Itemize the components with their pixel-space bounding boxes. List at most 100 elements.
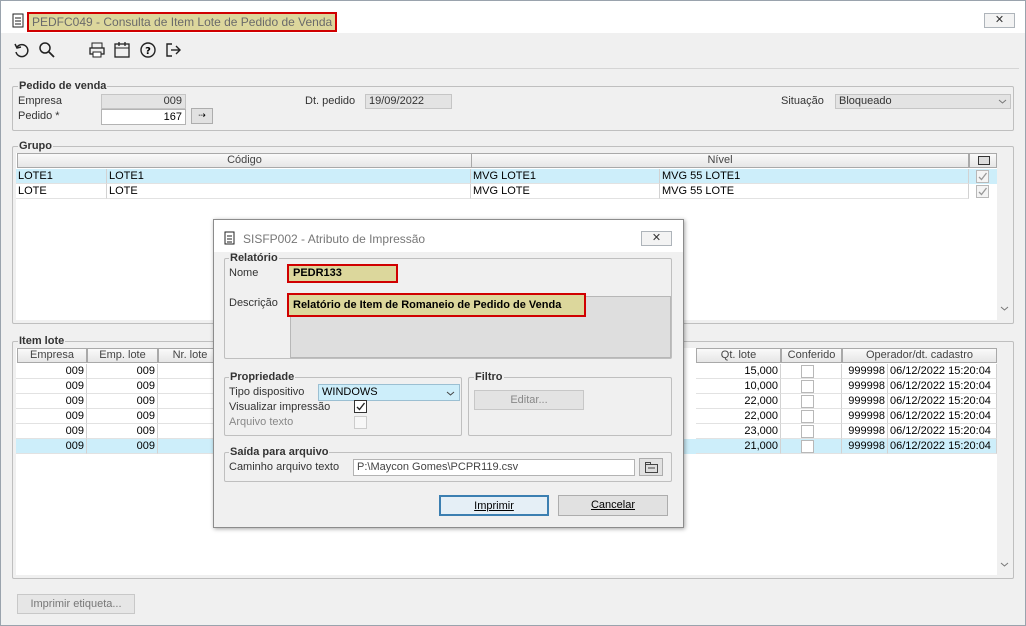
conferido-checkbox[interactable] (801, 395, 814, 408)
pedido-field[interactable]: 167 (101, 109, 186, 125)
help-icon[interactable]: ? (139, 41, 157, 59)
conferido-checkbox[interactable] (801, 380, 814, 393)
grupo-row[interactable]: LOTE LOTE MVG LOTE MVG 55 LOTE (16, 184, 997, 199)
imprimir-button[interactable]: Imprimir (439, 495, 549, 516)
search-icon[interactable] (38, 41, 56, 59)
itemlote-cell: 15,000 (696, 364, 781, 379)
itemlote-cell: 06/12/2022 15:20:04 (888, 439, 997, 454)
itemlote-header-emplote[interactable]: Emp. lote (87, 348, 158, 363)
itemlote-cell: 21,000 (696, 439, 781, 454)
itemlote-header-empresa[interactable]: Empresa (17, 348, 87, 363)
itemlote-cell: 009 (16, 394, 87, 409)
grupo-header-codigo[interactable]: Código (17, 153, 472, 168)
itemlote-scrollbar[interactable] (997, 348, 1012, 575)
situacao-select[interactable]: Bloqueado (835, 94, 1011, 109)
browse-button[interactable] (639, 458, 663, 476)
grupo-cell: LOTE1 (16, 169, 107, 184)
tipo-dispositivo-label: Tipo dispositivo (229, 386, 305, 398)
close-button[interactable]: ✕ (984, 13, 1015, 28)
visualizar-impressao-label: Visualizar impressão (229, 401, 331, 413)
arquivo-texto-checkbox[interactable] (354, 416, 367, 429)
arquivo-texto-label: Arquivo texto (229, 416, 294, 428)
itemlote-cell: 06/12/2022 15:20:04 (888, 364, 997, 379)
print-dialog: SISFP002 - Atributo de Impressão ✕ Relat… (213, 219, 684, 528)
itemlote-cell: 009 (87, 409, 158, 424)
svg-text:?: ? (145, 46, 151, 57)
caminho-field[interactable]: P:\Maycon Gomes\PCPR119.csv (353, 459, 635, 476)
print-icon[interactable] (88, 41, 106, 59)
cancelar-button[interactable]: Cancelar (558, 495, 668, 516)
chevron-down-icon[interactable] (1000, 561, 1009, 568)
visualizar-impressao-checkbox[interactable] (354, 400, 367, 413)
exit-icon[interactable] (164, 41, 182, 59)
itemlote-legend: Item lote (18, 335, 66, 347)
tipo-dispositivo-value: WINDOWS (322, 386, 378, 398)
refresh-icon[interactable] (13, 41, 31, 59)
chevron-down-icon[interactable] (1000, 305, 1009, 312)
dialog-close-button[interactable]: ✕ (641, 231, 672, 246)
checkbox-icon (978, 156, 990, 165)
cancelar-label: Cancelar (590, 499, 636, 511)
chevron-down-icon (446, 391, 455, 396)
itemlote-cell: 06/12/2022 15:20:04 (888, 379, 997, 394)
imprimir-label: Imprimir (474, 500, 514, 512)
imprimir-etiqueta-button[interactable]: Imprimir etiqueta... (17, 594, 135, 614)
itemlote-cell: 009 (87, 424, 158, 439)
dialog-title-bar: SISFP002 - Atributo de Impressão ✕ (214, 220, 683, 252)
itemlote-cell: 22,000 (696, 394, 781, 409)
check-icon (356, 402, 366, 411)
itemlote-cell: 06/12/2022 15:20:04 (888, 409, 997, 424)
grupo-row-checkbox[interactable] (976, 170, 989, 183)
conferido-checkbox[interactable] (801, 440, 814, 453)
grupo-scrollbar[interactable] (997, 153, 1012, 320)
grupo-cell: MVG 55 LOTE1 (660, 169, 969, 184)
itemlote-cell: 22,000 (696, 409, 781, 424)
itemlote-cell: 009 (16, 424, 87, 439)
itemlote-cell: 009 (16, 379, 87, 394)
itemlote-cell: 999998 (842, 424, 888, 439)
grupo-cell: MVG LOTE (471, 184, 660, 199)
relatorio-legend: Relatório (229, 252, 279, 264)
itemlote-cell: 23,000 (696, 424, 781, 439)
empresa-field: 009 (101, 94, 186, 109)
conferido-checkbox[interactable] (801, 410, 814, 423)
grupo-header-select-all[interactable] (969, 153, 997, 168)
itemlote-cell: 009 (16, 409, 87, 424)
dt-pedido-label: Dt. pedido (305, 95, 356, 107)
situacao-value: Bloqueado (839, 95, 892, 107)
grupo-legend: Grupo (18, 140, 53, 152)
nome-label: Nome (229, 267, 259, 279)
chevron-down-icon (998, 99, 1007, 104)
dt-pedido-field: 19/09/2022 (365, 94, 452, 109)
pedido-lookup-button[interactable]: ⇢ (191, 108, 213, 124)
itemlote-cell: 06/12/2022 15:20:04 (888, 394, 997, 409)
itemlote-cell: 999998 (842, 439, 888, 454)
calendar-icon[interactable] (113, 41, 131, 59)
tipo-dispositivo-select[interactable]: WINDOWS (318, 384, 460, 401)
itemlote-cell: 999998 (842, 394, 888, 409)
itemlote-cell: 009 (87, 379, 158, 394)
check-icon (978, 172, 988, 181)
situacao-label: Situação (781, 95, 824, 107)
grupo-header-nivel[interactable]: Nível (471, 153, 969, 168)
nome-field[interactable]: PEDR133 (287, 264, 398, 283)
lookup-icon: ⇢ (198, 110, 206, 120)
grupo-row-checkbox[interactable] (976, 185, 989, 198)
editar-button[interactable]: Editar... (474, 390, 584, 410)
grupo-cell: MVG LOTE1 (471, 169, 660, 184)
itemlote-header-operador[interactable]: Operador/dt. cadastro (842, 348, 997, 363)
itemlote-cell: 009 (16, 439, 87, 454)
propriedade-legend: Propriedade (229, 371, 296, 383)
empresa-label: Empresa (18, 95, 63, 107)
itemlote-header-qtlote[interactable]: Qt. lote (696, 348, 781, 363)
grupo-row[interactable]: LOTE1 LOTE1 MVG LOTE1 MVG 55 LOTE1 (16, 169, 997, 184)
conferido-checkbox[interactable] (801, 365, 814, 378)
toolbar-divider (9, 68, 1019, 69)
pedido-label: Pedido * (18, 110, 60, 122)
check-icon (978, 187, 988, 196)
itemlote-cell: 10,000 (696, 379, 781, 394)
conferido-checkbox[interactable] (801, 425, 814, 438)
itemlote-header-conferido[interactable]: Conferido (781, 348, 842, 363)
grupo-cell: LOTE (107, 184, 471, 199)
document-icon (224, 231, 235, 245)
